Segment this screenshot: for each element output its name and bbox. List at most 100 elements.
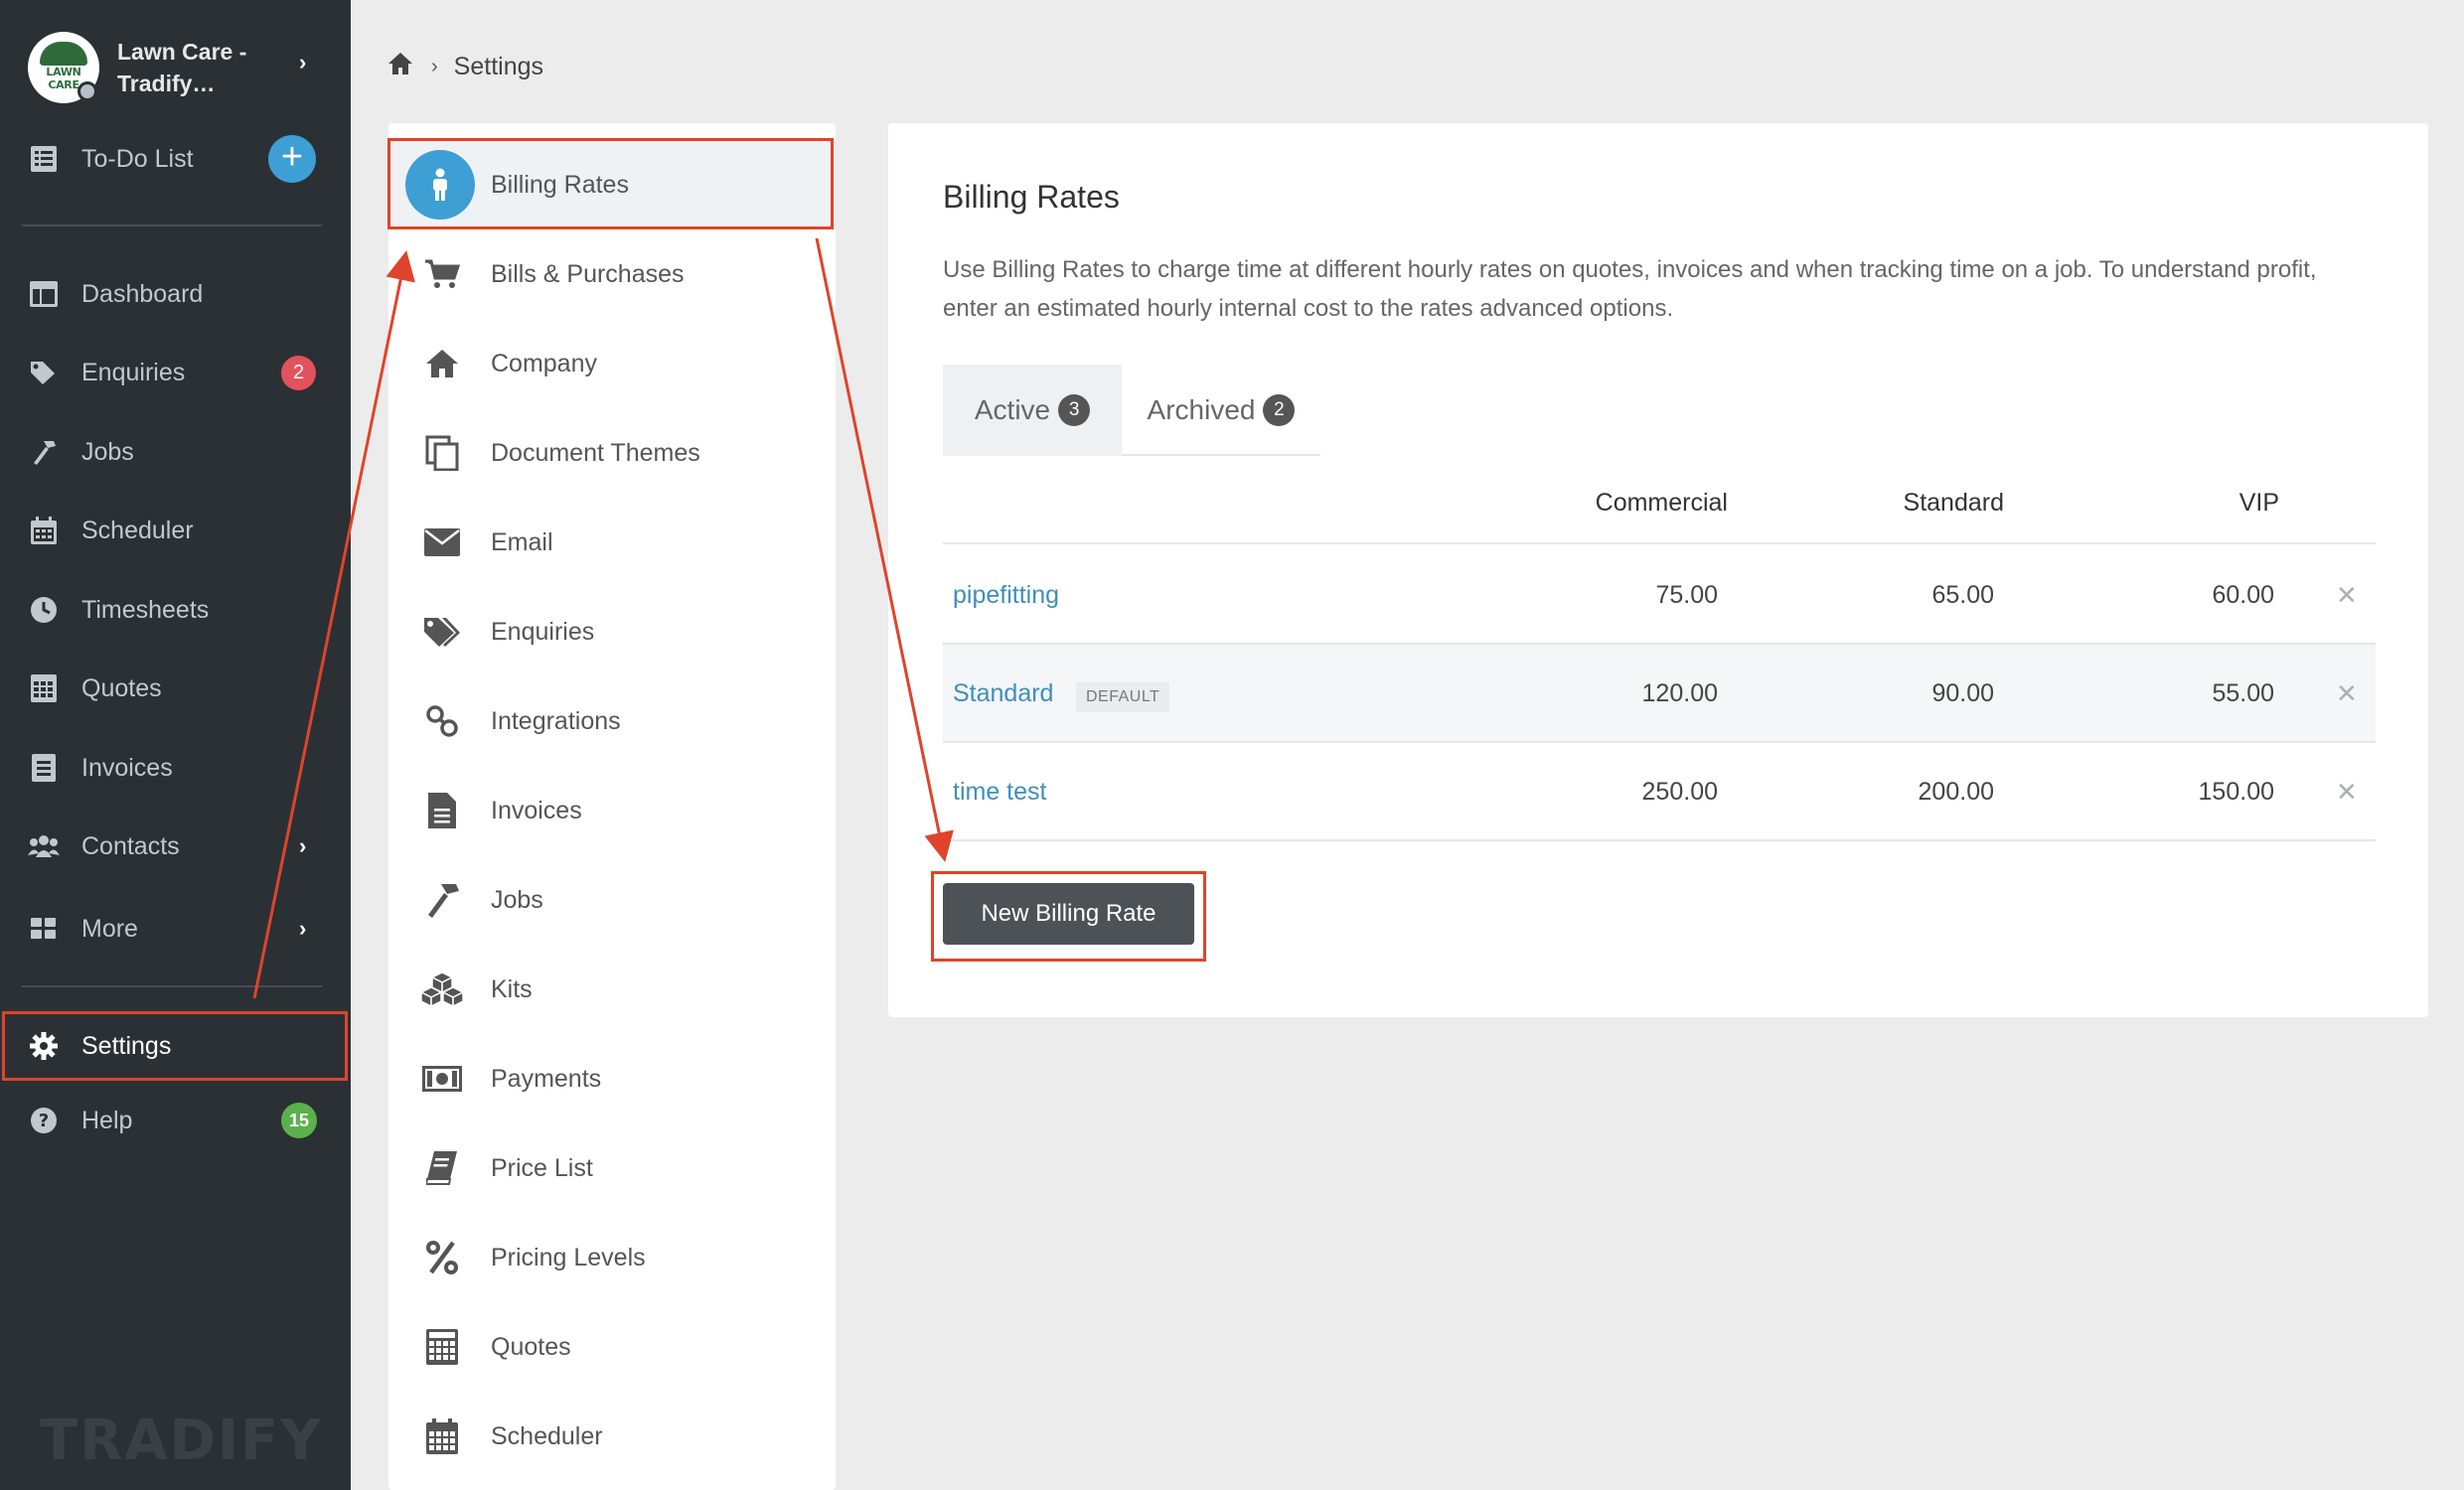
settings-item-integrations[interactable]: Integrations <box>388 676 836 766</box>
breadcrumb-separator: › <box>431 55 438 77</box>
column-header-standard: Standard <box>1903 489 2004 517</box>
settings-item-label: Document Themes <box>491 438 700 467</box>
calendar-icon <box>28 515 60 546</box>
breadcrumb: › Settings <box>387 50 543 83</box>
delete-icon[interactable]: ✕ <box>2336 743 2358 841</box>
sidebar-divider <box>22 224 322 226</box>
sidebar-item-enquiries[interactable]: Enquiries 2 <box>0 342 351 403</box>
company-switcher[interactable]: LAWN CARE Lawn Care - Tradify… <box>28 32 326 103</box>
rate-name-link[interactable]: time test <box>953 743 1046 841</box>
commercial-value: 250.00 <box>1641 778 1718 806</box>
dashboard-icon <box>28 278 60 310</box>
envelope-icon <box>418 519 466 566</box>
settings-item-label: Integrations <box>491 706 621 735</box>
sidebar-item-todo[interactable]: To-Do List + <box>0 128 351 190</box>
sidebar-item-label: Invoices <box>81 753 173 782</box>
sidebar-item-invoices[interactable]: Invoices <box>0 737 351 799</box>
settings-item-quotes[interactable]: Quotes <box>388 1302 836 1392</box>
hammer-icon <box>418 876 466 924</box>
tradify-wordmark: TRADIFY <box>40 1409 323 1473</box>
sidebar-item-timesheets[interactable]: Timesheets <box>0 579 351 641</box>
tab-archived[interactable]: Archived 2 <box>1122 365 1320 456</box>
settings-item-payments[interactable]: Payments <box>388 1034 836 1123</box>
add-todo-button[interactable]: + <box>268 135 316 183</box>
sidebar-item-label: Quotes <box>81 673 162 702</box>
file-icon <box>418 787 466 834</box>
tab-count-badge: 3 <box>1058 394 1091 426</box>
column-header-vip: VIP <box>2238 489 2279 517</box>
settings-item-bills-purchases[interactable]: Bills & Purchases <box>388 229 836 319</box>
table-row: Standard DEFAULT 120.00 90.00 55.00 ✕ <box>943 645 2376 743</box>
settings-menu: Billing Rates Bills & Purchases Company … <box>388 123 836 1490</box>
home-icon[interactable] <box>387 52 413 82</box>
standard-value: 200.00 <box>1918 778 1994 806</box>
commercial-value: 120.00 <box>1641 679 1718 707</box>
link-icon <box>418 697 466 745</box>
settings-item-label: Jobs <box>491 885 543 914</box>
commercial-value: 75.00 <box>1655 581 1718 609</box>
sidebar-item-label: Contacts <box>81 831 180 860</box>
hammer-icon <box>28 436 60 468</box>
settings-item-enquiries[interactable]: Enquiries <box>388 587 836 676</box>
billing-rates-highlight-box <box>387 138 834 229</box>
sidebar-item-dashboard[interactable]: Dashboard <box>0 263 351 325</box>
rate-tabs: Active 3 Archived 2 <box>943 365 1320 456</box>
copy-icon <box>418 429 466 477</box>
sidebar-item-more[interactable]: More › <box>0 898 351 960</box>
settings-item-label: Price List <box>491 1153 593 1182</box>
page-title: Billing Rates <box>943 179 1120 215</box>
chevron-right-icon[interactable]: › <box>299 50 306 75</box>
chevron-right-icon: › <box>299 916 307 941</box>
table-header: Commercial Standard VIP <box>943 461 2376 544</box>
standard-value: 65.00 <box>1931 581 1994 609</box>
settings-item-label: Enquiries <box>491 617 595 646</box>
breadcrumb-current: Settings <box>453 52 544 80</box>
tab-label: Active <box>974 394 1051 425</box>
book-icon <box>418 1144 466 1192</box>
settings-item-jobs[interactable]: Jobs <box>388 855 836 945</box>
home-icon <box>418 340 466 387</box>
money-icon <box>418 1055 466 1103</box>
grid-icon <box>28 913 60 945</box>
rate-name-link[interactable]: pipefitting <box>953 546 1059 645</box>
settings-item-label: Invoices <box>491 796 582 824</box>
sidebar-item-quotes[interactable]: Quotes <box>0 658 351 719</box>
users-icon <box>28 830 60 862</box>
settings-item-label: Scheduler <box>491 1421 603 1450</box>
column-header-commercial: Commercial <box>1595 489 1728 517</box>
enquiries-count-badge: 2 <box>281 355 316 390</box>
settings-item-label: Kits <box>491 974 533 1003</box>
sidebar-item-help[interactable]: ? Help 15 <box>0 1090 351 1151</box>
delete-icon[interactable]: ✕ <box>2336 546 2358 645</box>
settings-item-scheduler[interactable]: Scheduler <box>388 1392 836 1481</box>
sidebar-item-contacts[interactable]: Contacts › <box>0 816 351 877</box>
sidebar-item-label: Scheduler <box>81 516 194 544</box>
settings-highlight-box <box>2 1011 348 1081</box>
tags-icon <box>418 608 466 656</box>
percent-icon <box>418 1234 466 1281</box>
calculator-icon <box>418 1323 466 1371</box>
sidebar-item-jobs[interactable]: Jobs <box>0 421 351 483</box>
sidebar-divider <box>22 985 322 987</box>
rate-name-link[interactable]: Standard <box>953 645 1053 743</box>
sidebar-item-label: Dashboard <box>81 279 204 308</box>
sidebar-item-label: Jobs <box>81 437 134 466</box>
settings-item-email[interactable]: Email <box>388 498 836 587</box>
tab-active[interactable]: Active 3 <box>943 365 1122 456</box>
cart-icon <box>418 250 466 298</box>
sidebar-item-scheduler[interactable]: Scheduler <box>0 500 351 561</box>
settings-item-invoices[interactable]: Invoices <box>388 766 836 855</box>
sidebar: LAWN CARE Lawn Care - Tradify… › To-Do L… <box>0 0 351 1490</box>
settings-item-kits[interactable]: Kits <box>388 945 836 1034</box>
settings-item-pricing-levels[interactable]: Pricing Levels <box>388 1213 836 1302</box>
help-count-badge: 15 <box>281 1103 317 1138</box>
settings-item-document-themes[interactable]: Document Themes <box>388 408 836 498</box>
delete-icon[interactable]: ✕ <box>2336 645 2358 743</box>
standard-value: 90.00 <box>1931 679 1994 707</box>
settings-item-company[interactable]: Company <box>388 319 836 408</box>
new-button-highlight-box <box>931 871 1206 962</box>
status-dot <box>77 81 97 101</box>
sidebar-item-label: Help <box>81 1106 133 1134</box>
settings-item-price-list[interactable]: Price List <box>388 1123 836 1213</box>
svg-text:?: ? <box>39 1111 49 1131</box>
